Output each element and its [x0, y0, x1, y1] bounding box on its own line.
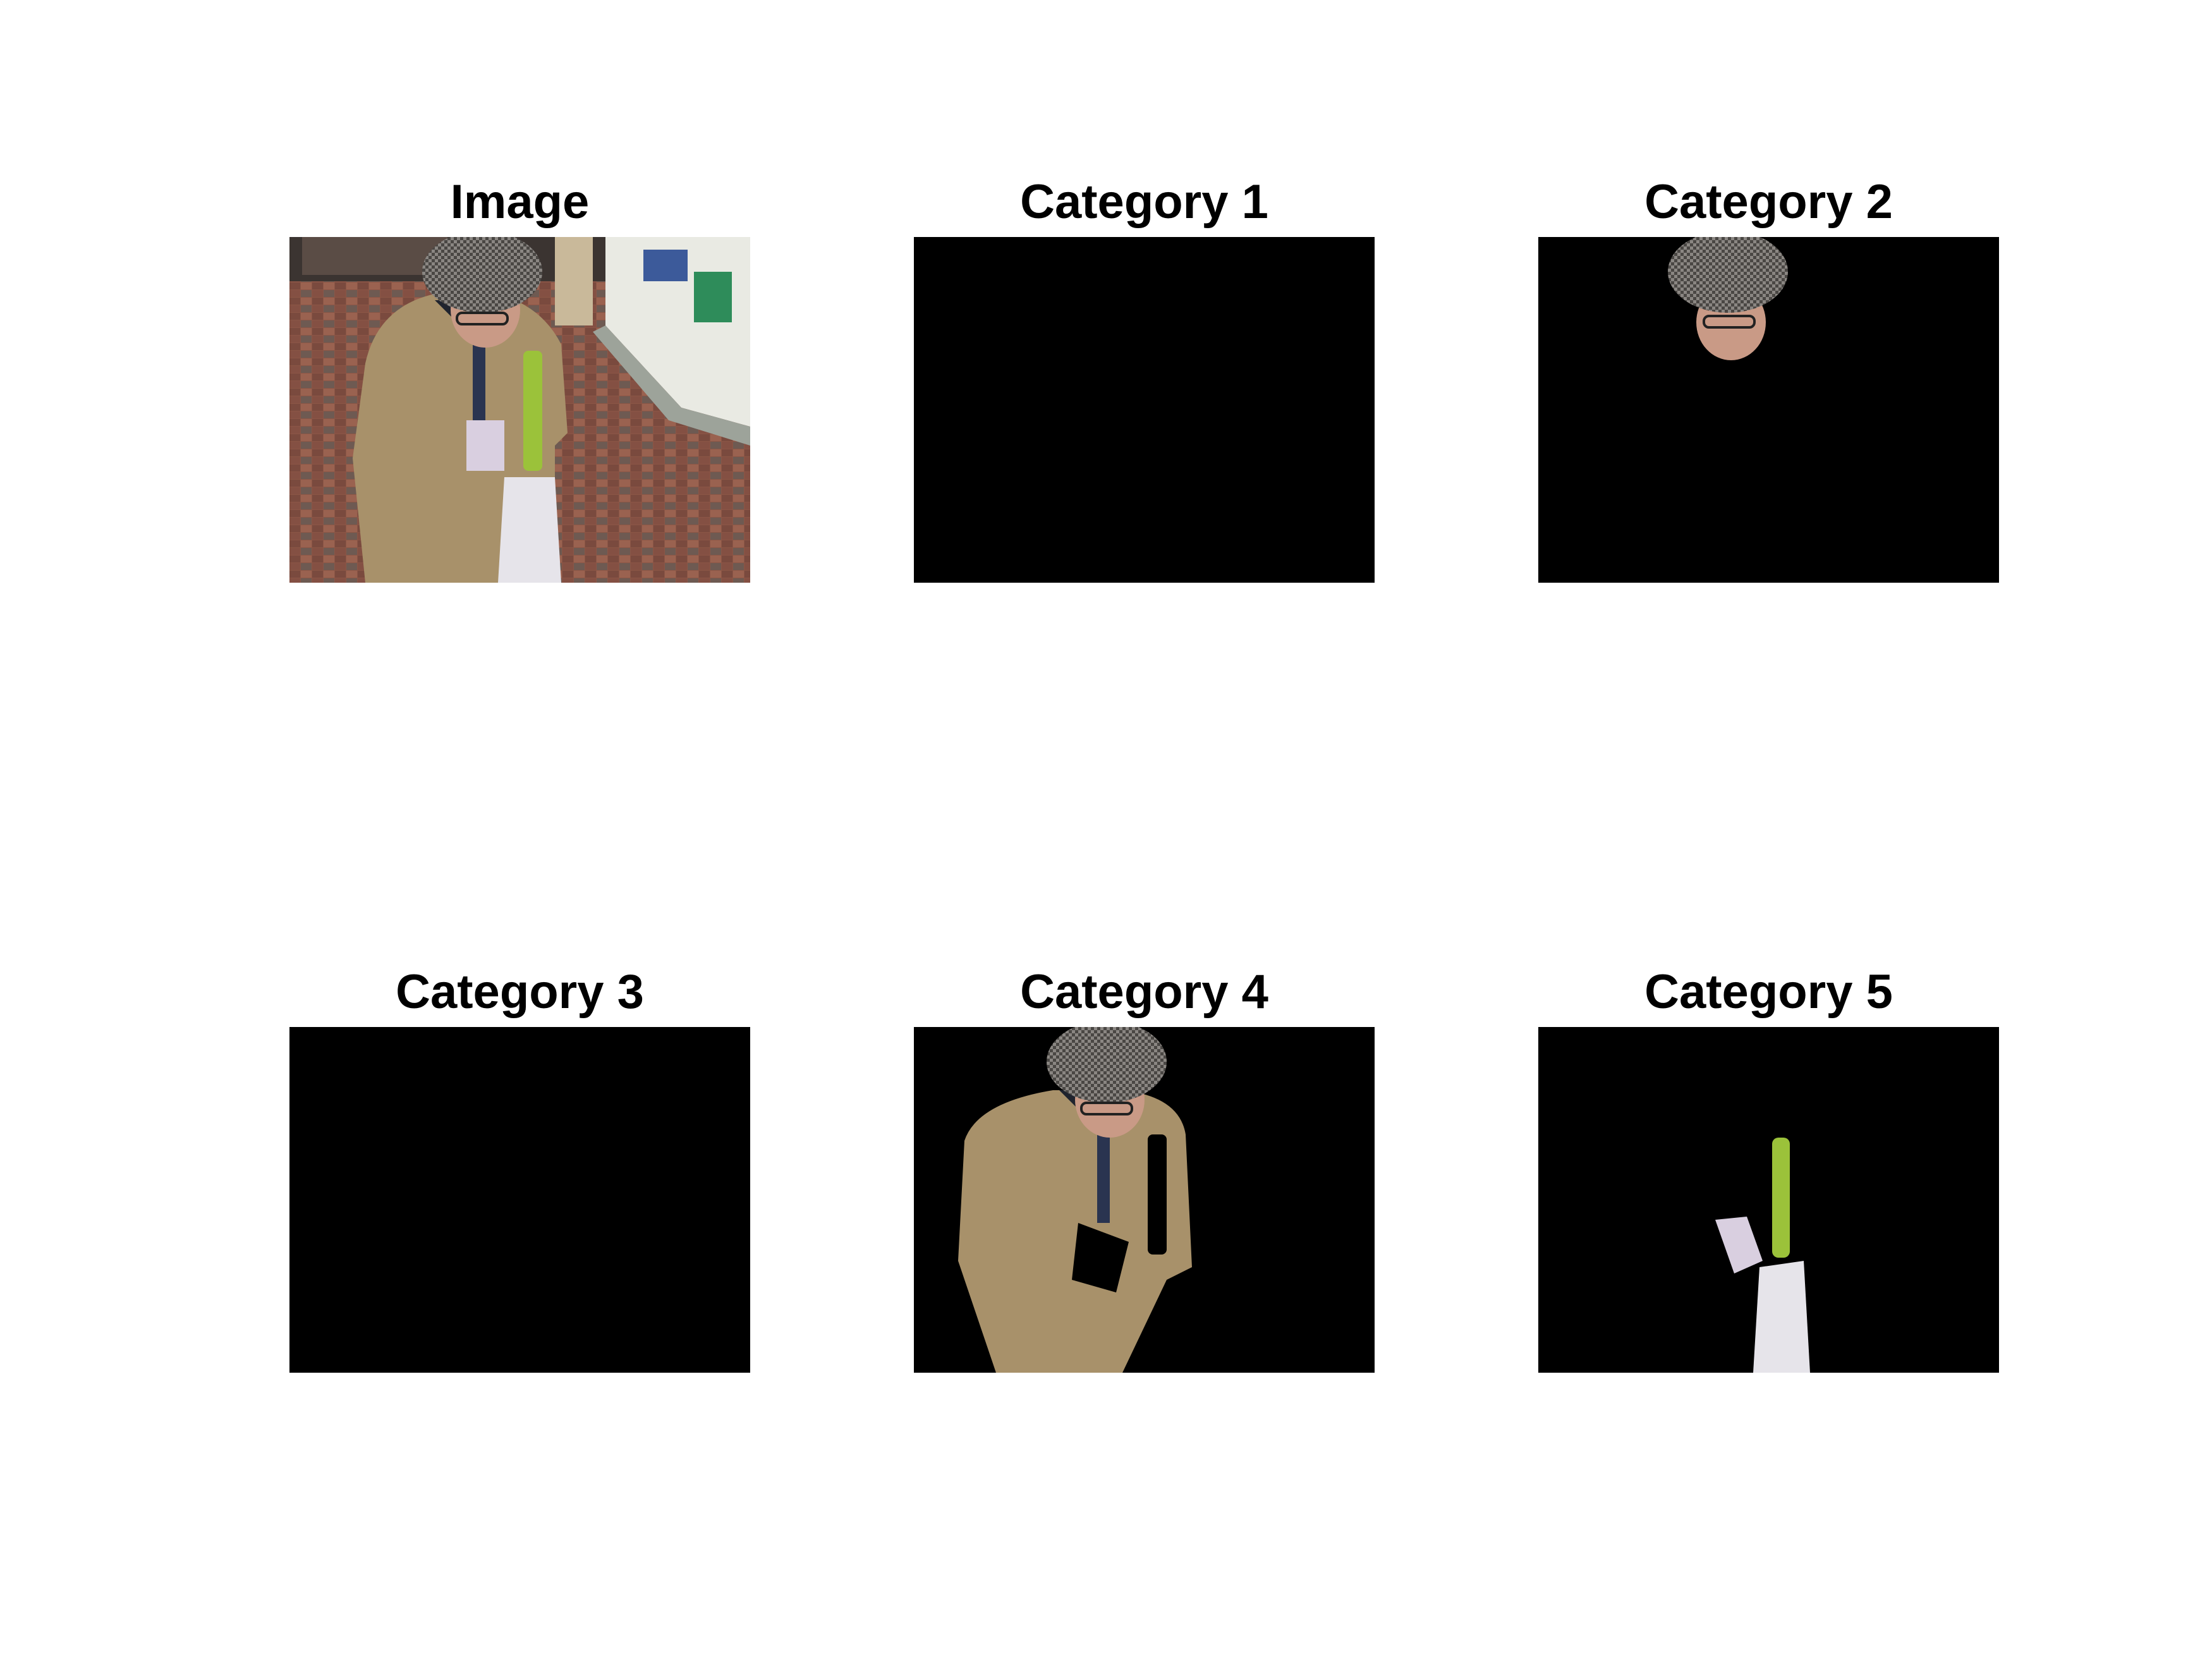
photo-illustration: [289, 237, 750, 583]
original-photo: [289, 237, 750, 583]
paper-cards: [1715, 1217, 1763, 1273]
category-mask: [1538, 1027, 1999, 1373]
category-mask: [914, 1027, 1375, 1373]
plastic-bag: [1753, 1261, 1810, 1373]
category-mask: [914, 237, 1375, 583]
panel-title: Category 4: [1020, 965, 1268, 1019]
panel-title: Category 2: [1644, 175, 1893, 229]
panel-title: Category 3: [396, 965, 644, 1019]
objects-segment: [1715, 1138, 1810, 1373]
body-segment: [958, 1027, 1192, 1373]
panel-title: Image: [450, 175, 590, 229]
category-mask: [1538, 237, 1999, 583]
panel-title: Category 1: [1020, 175, 1268, 229]
head-segment: [1668, 237, 1788, 360]
panel-title: Category 5: [1644, 965, 1893, 1019]
category-mask: [289, 1027, 750, 1373]
green-folder: [1772, 1138, 1790, 1258]
